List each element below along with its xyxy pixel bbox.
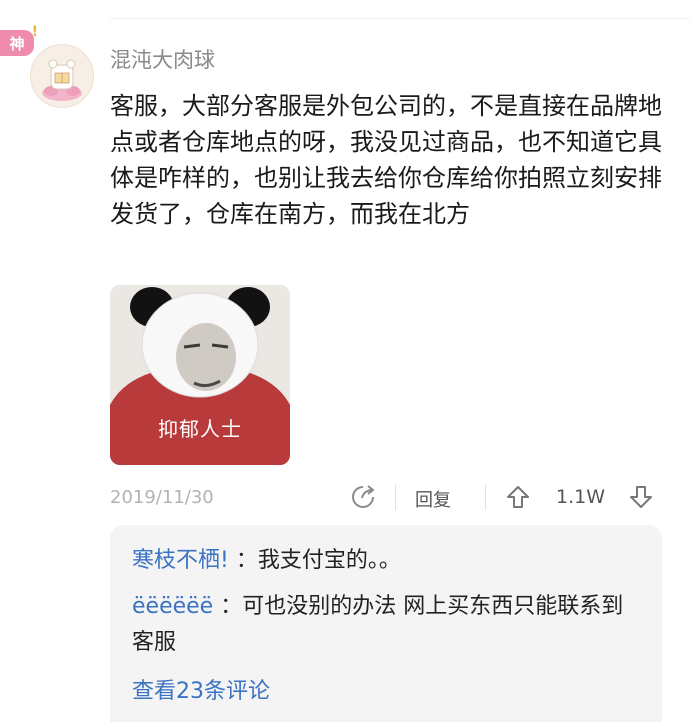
avatar-image <box>31 45 93 107</box>
god-comment-badge: 神 ! <box>0 24 38 56</box>
meme-image[interactable]: 抑郁人士 <box>110 285 290 465</box>
share-button[interactable] <box>350 484 376 510</box>
reply-item[interactable]: 寒枝不栖! ：我支付宝的。。 <box>132 543 642 579</box>
reply-button[interactable]: 回复 <box>415 486 451 512</box>
action-divider <box>485 484 486 510</box>
upvote-count: 1.1W <box>556 486 606 508</box>
view-all-replies-link[interactable]: 查看23条评论 <box>132 673 270 705</box>
comment-body: 客服，大部分客服是外包公司的，不是直接在品牌地点或者仓库地点的呀，我没见过商品，… <box>110 92 662 228</box>
action-divider <box>395 484 396 510</box>
comment-username[interactable]: 混沌大肉球 <box>110 44 215 74</box>
avatar[interactable] <box>30 44 94 108</box>
upvote-button[interactable] <box>505 484 531 510</box>
sparkle-icon: ! <box>31 24 38 40</box>
badge-label: 神 <box>9 34 25 53</box>
reply-username[interactable]: ëëëëëë <box>132 594 213 619</box>
share-icon <box>352 485 374 508</box>
comment-date: 2019/11/30 <box>110 487 214 508</box>
upvote-arrow-icon <box>507 486 529 508</box>
reply-item[interactable]: ëëëëëë ：可也没别的办法 网上买东西只能联系到客服 <box>132 589 642 661</box>
top-divider <box>110 18 690 19</box>
reply-text: ：我支付宝的。。 <box>235 548 401 573</box>
meme-caption: 抑郁人士 <box>158 417 242 441</box>
downvote-arrow-icon <box>630 486 652 508</box>
downvote-button[interactable] <box>628 484 654 510</box>
reply-preview-panel: 寒枝不栖! ：我支付宝的。。 ëëëëëë ：可也没别的办法 网上买东西只能联系… <box>110 525 662 722</box>
reply-username[interactable]: 寒枝不栖! <box>132 548 229 573</box>
